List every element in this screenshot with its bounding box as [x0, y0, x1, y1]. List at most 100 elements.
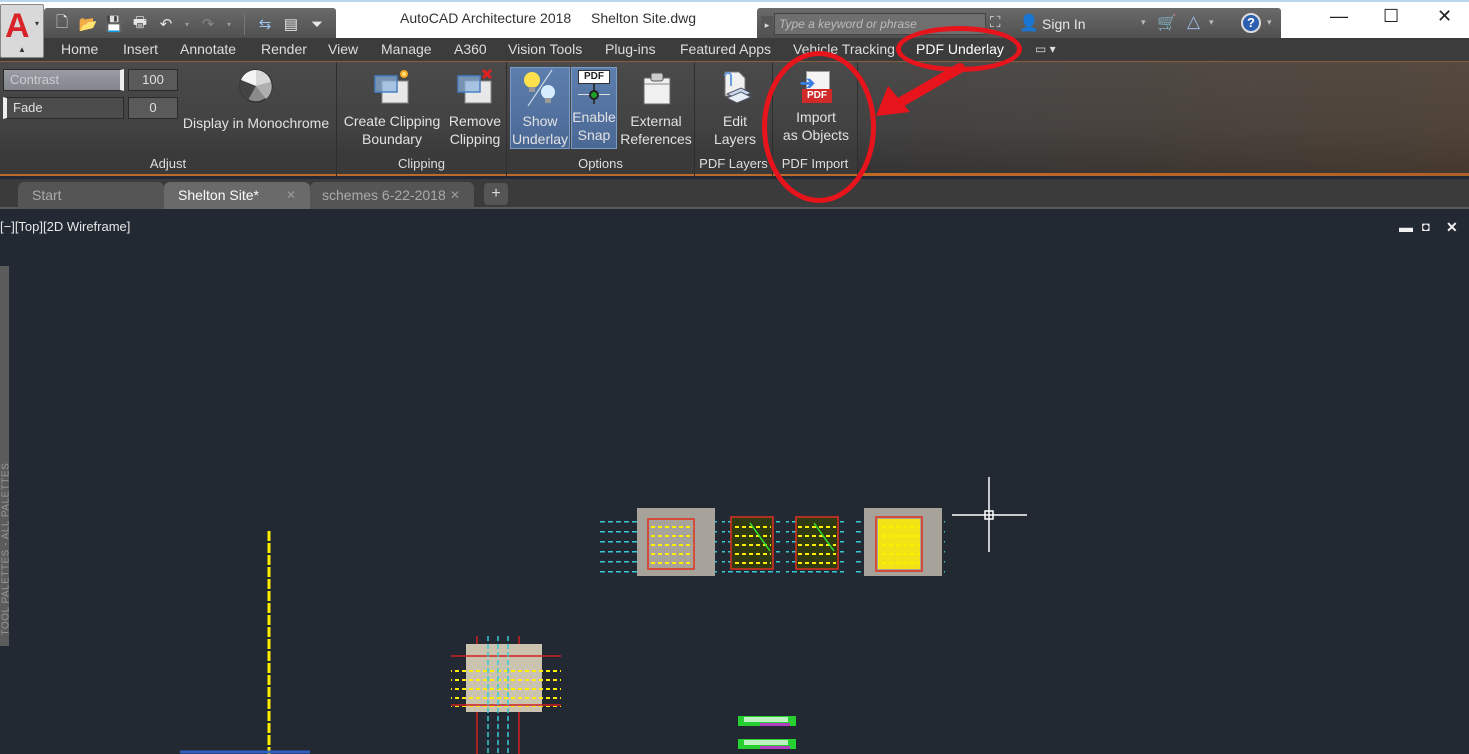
drawing-yellow-axis: [180, 531, 310, 754]
create-clip-label-1: Create Clipping: [343, 113, 441, 129]
drawing-small-elements: [738, 716, 796, 749]
sign-in-dropdown-icon[interactable]: ▾: [1141, 17, 1146, 28]
undo-dropdown-icon[interactable]: ▾: [182, 14, 192, 34]
workspace-switch-icon[interactable]: ▭ ▾: [1035, 42, 1056, 56]
clipboard-icon: [643, 72, 671, 105]
tab-plug-ins[interactable]: Plug-ins: [605, 41, 656, 57]
tab-a360[interactable]: A360: [454, 41, 487, 57]
pdf-badge: PDF: [578, 70, 610, 84]
create-clip-icon: [374, 70, 409, 104]
fade-value[interactable]: 0: [128, 97, 178, 119]
pdf-snap-icon: PDF: [572, 68, 616, 108]
app-menu-dropdown-icon: ▾: [35, 19, 40, 28]
remove-clip-label-2: Clipping: [449, 131, 501, 147]
pin-icon: ▲: [18, 45, 26, 54]
file-tab-shelton-site[interactable]: Shelton Site* ✕: [164, 182, 310, 209]
properties-icon[interactable]: ▤: [281, 14, 301, 34]
a360-dropdown-icon[interactable]: ▾: [1209, 17, 1214, 28]
tab-manage[interactable]: Manage: [381, 41, 432, 57]
remove-clipping-button[interactable]: Remove Clipping: [444, 68, 506, 148]
plot-icon[interactable]: 🖶: [130, 14, 150, 34]
monochrome-icon: [239, 69, 273, 103]
redo-dropdown-icon[interactable]: ▾: [224, 14, 234, 34]
application-menu-button[interactable]: A ▾ ▲: [0, 4, 44, 58]
drawing-building-3: [786, 516, 844, 573]
lightbulb-icon: [524, 69, 555, 107]
user-icon[interactable]: 👤: [1019, 13, 1039, 33]
share-icon[interactable]: ⇆: [255, 14, 275, 34]
quick-access-toolbar: 🗋 📂 💾 🖶 ↶ ▾ ↷ ▾ ⇆ ▤ ⏷: [44, 8, 336, 40]
display-monochrome-button[interactable]: Display in Monochrome: [178, 68, 334, 132]
tab-featured-apps[interactable]: Featured Apps: [680, 41, 771, 57]
maximize-button[interactable]: ☐: [1383, 6, 1399, 27]
panel-title-adjust: Adjust: [0, 154, 336, 174]
tab-insert[interactable]: Insert: [123, 41, 158, 57]
panel-title-pdf-layers: PDF Layers: [695, 154, 772, 174]
show-underlay-toggle[interactable]: Show Underlay: [510, 67, 570, 149]
title-bar: 🗋 📂 💾 🖶 ↶ ▾ ↷ ▾ ⇆ ▤ ⏷ AutoCAD Architectu…: [0, 0, 1469, 40]
drawing-building-1: [597, 508, 717, 576]
tab-home[interactable]: Home: [61, 41, 98, 57]
panel-adjust: Contrast 100 Fade 0 Display in Monochrom…: [0, 62, 337, 176]
close-tab-icon[interactable]: ✕: [286, 182, 296, 209]
crosshair-cursor: [952, 477, 1027, 552]
enable-snap-label-2: Snap: [577, 127, 611, 143]
a360-icon[interactable]: △: [1187, 12, 1200, 32]
undo-icon[interactable]: ↶: [156, 14, 176, 34]
tab-vision-tools[interactable]: Vision Tools: [508, 41, 582, 57]
file-tab-schemes[interactable]: schemes 6-22-2018 ✕: [310, 182, 474, 209]
cart-icon[interactable]: 🛒: [1157, 13, 1177, 33]
minimize-button[interactable]: —: [1330, 6, 1348, 27]
file-tab-start[interactable]: Start: [18, 182, 164, 209]
edit-layers-label-2: Layers: [713, 131, 757, 147]
qat-divider: [244, 13, 245, 35]
close-button[interactable]: ✕: [1437, 6, 1452, 27]
contrast-slider[interactable]: Contrast: [3, 69, 124, 91]
panel-options: Show Underlay PDF Enable Snap External R…: [507, 62, 695, 176]
annotation-circle-import-button: [762, 51, 876, 203]
create-clipping-boundary-button[interactable]: Create Clipping Boundary: [341, 68, 443, 148]
ribbon-tab-bar: Home Insert Annotate Render View Manage …: [0, 38, 1469, 62]
drawing-building-2: [722, 516, 780, 573]
save-icon[interactable]: 💾: [104, 14, 124, 34]
remove-clip-label-1: Remove: [448, 113, 502, 129]
open-icon[interactable]: 📂: [78, 14, 98, 34]
file-tab-label: Shelton Site*: [178, 187, 259, 203]
panel-clipping: Create Clipping Boundary Remove Clipping…: [337, 62, 507, 176]
layers-icon: [724, 71, 753, 104]
remove-clip-icon: [457, 68, 493, 104]
new-tab-button[interactable]: +: [484, 183, 508, 205]
tab-view[interactable]: View: [328, 41, 358, 57]
edit-layers-label-1: Edit: [722, 113, 748, 129]
help-dropdown-icon[interactable]: ▾: [1267, 17, 1272, 28]
drawing-building-5: [451, 636, 561, 754]
contrast-value[interactable]: 100: [128, 69, 178, 91]
close-tab-icon[interactable]: ✕: [450, 182, 460, 209]
monochrome-label: Display in Monochrome: [182, 115, 330, 131]
tab-annotate[interactable]: Annotate: [180, 41, 236, 57]
autocad-logo-icon: A: [5, 7, 30, 45]
drawing-building-4: [855, 508, 945, 576]
redo-icon[interactable]: ↷: [198, 14, 218, 34]
annotation-arrow-icon: [876, 63, 965, 116]
show-underlay-label-2: Underlay: [511, 131, 569, 147]
enable-snap-label-1: Enable: [572, 109, 616, 125]
panel-title-clipping: Clipping: [337, 154, 506, 174]
file-title: Shelton Site.dwg: [591, 10, 697, 26]
edit-layers-button[interactable]: Edit Layers: [699, 68, 771, 148]
sign-in-button[interactable]: Sign In: [1042, 16, 1086, 32]
new-icon[interactable]: 🗋: [52, 14, 72, 34]
tab-render[interactable]: Render: [261, 41, 307, 57]
show-underlay-label-1: Show: [522, 113, 558, 129]
enable-snap-toggle[interactable]: PDF Enable Snap: [571, 67, 617, 149]
help-icon[interactable]: ?: [1241, 13, 1261, 33]
search-expand-icon[interactable]: ▸: [761, 16, 773, 34]
panel-title-options: Options: [507, 154, 694, 174]
fade-slider[interactable]: Fade: [3, 97, 124, 119]
customize-qat-icon[interactable]: ⏷: [307, 14, 327, 34]
file-tab-label: schemes 6-22-2018: [322, 187, 446, 203]
drawing-canvas: [180, 477, 1027, 754]
external-references-button[interactable]: External References: [619, 68, 693, 148]
xref-label-1: External: [630, 113, 682, 129]
create-clip-label-2: Boundary: [362, 131, 422, 147]
